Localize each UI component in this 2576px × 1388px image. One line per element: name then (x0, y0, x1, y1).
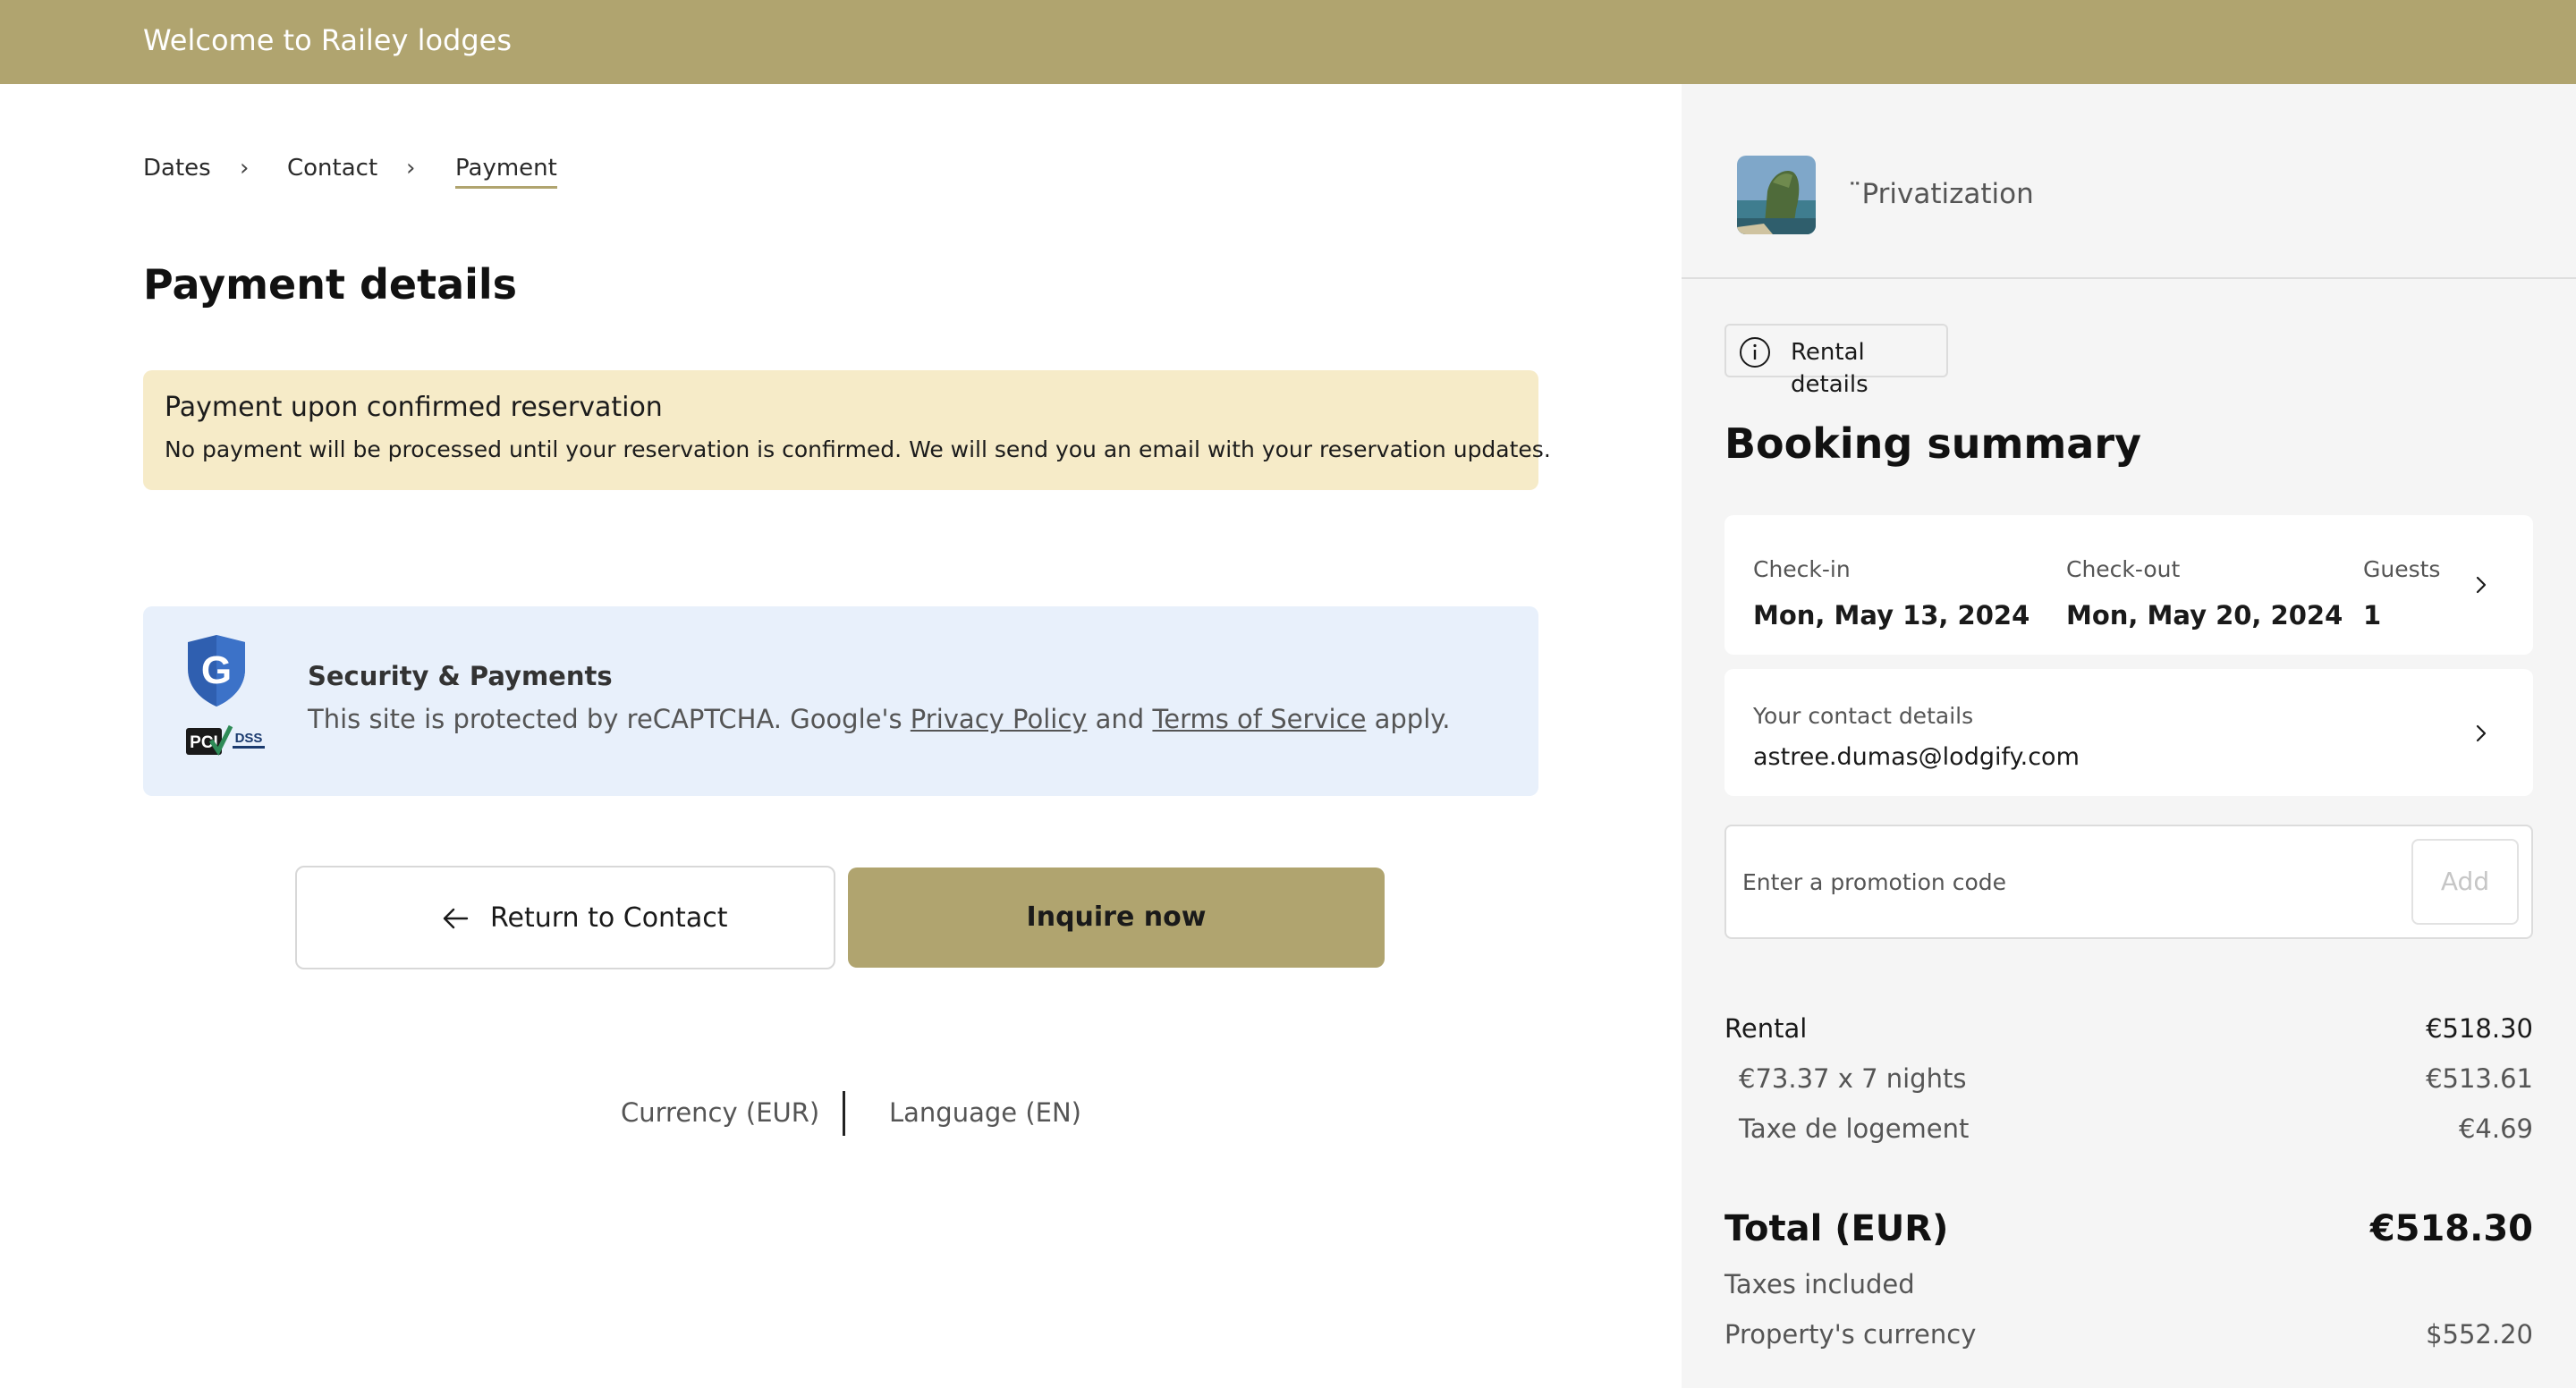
booking-sidebar: ¨Privatization Rental details Booking su… (1682, 84, 2576, 1388)
return-to-contact-button[interactable]: Return to Contact (295, 866, 835, 969)
total-price-row: Total (EUR) €518.30 (1724, 1202, 2533, 1256)
rental-details-button[interactable]: Rental details (1724, 324, 1948, 398)
pci-dss-badge-icon: PCI DSS (186, 724, 265, 756)
nights-label: €73.37 x 7 nights (1739, 1063, 1967, 1094)
google-shield-icon: G PCI DSS (186, 635, 265, 756)
security-title: Security & Payments (308, 661, 613, 691)
checkin-label: Check-in (1753, 556, 1851, 582)
notice-text: No payment will be processed until your … (165, 436, 1551, 462)
breadcrumb-item-contact[interactable]: Contact (287, 152, 377, 184)
security-text-start: This site is protected by reCAPTCHA. Goo… (308, 704, 911, 734)
promo-code-input[interactable] (1742, 853, 2368, 910)
guests-value: 1 (2363, 600, 2382, 631)
svg-text:DSS: DSS (235, 731, 263, 746)
svg-text:G: G (201, 648, 232, 692)
total-value: €518.30 (2369, 1208, 2533, 1249)
property-currency-label: Property's currency (1724, 1319, 1977, 1350)
property-header: ¨Privatization (1682, 84, 2576, 279)
contact-card[interactable]: Your contact details astree.dumas@lodgif… (1724, 669, 2533, 796)
property-currency-value: $552.20 (2426, 1319, 2533, 1350)
arrow-left-icon (443, 908, 469, 929)
rental-price-row: Rental €518.30 (1724, 1009, 2533, 1048)
total-label: Total (EUR) (1724, 1208, 1949, 1249)
checkin-value: Mon, May 13, 2024 (1753, 600, 2030, 631)
chevron-right-icon: › (406, 155, 416, 182)
tax-price-row: Taxe de logement €4.69 (1724, 1109, 2533, 1148)
footer-divider (843, 1091, 845, 1136)
chevron-right-icon (2476, 724, 2487, 742)
property-thumbnail (1737, 156, 1816, 234)
return-button-label: Return to Contact (490, 902, 728, 934)
taxes-included-label: Taxes included (1724, 1269, 1915, 1299)
footer-links: Currency (EUR) Language (EN) (0, 1091, 1682, 1136)
booking-summary-title: Booking summary (1724, 419, 2142, 468)
language-selector[interactable]: Language (EN) (889, 1095, 1081, 1130)
security-text-middle: and (1087, 704, 1153, 734)
checkout-label: Check-out (2066, 556, 2181, 582)
breadcrumb-item-dates[interactable]: Dates (143, 152, 211, 184)
guests-label: Guests (2363, 556, 2441, 582)
breadcrumb-item-payment[interactable]: Payment (455, 152, 557, 189)
inquire-now-button[interactable]: Inquire now (848, 868, 1385, 968)
rental-value: €518.30 (2426, 1013, 2533, 1044)
page-title: Payment details (143, 260, 518, 309)
security-panel: G PCI DSS Security & Payments This site … (143, 606, 1538, 796)
add-button-label: Add (2440, 867, 2490, 896)
privacy-policy-link[interactable]: Privacy Policy (911, 704, 1088, 734)
site-title: Welcome to Railey lodges (143, 23, 513, 57)
chevron-right-icon: › (240, 155, 250, 182)
checkout-value: Mon, May 20, 2024 (2066, 600, 2343, 631)
tax-value: €4.69 (2458, 1113, 2533, 1144)
property-name: ¨Privatization (1848, 178, 2034, 210)
security-text: This site is protected by reCAPTCHA. Goo… (308, 701, 1451, 737)
taxes-included-row: Taxes included (1724, 1265, 2533, 1304)
payment-notice: Payment upon confirmed reservation No pa… (143, 370, 1551, 490)
inquire-button-label: Inquire now (1026, 901, 1207, 933)
contact-label: Your contact details (1753, 703, 1974, 729)
dates-card[interactable]: Check-in Mon, May 13, 2024 Check-out Mon… (1724, 515, 2533, 655)
contact-email: astree.dumas@lodgify.com (1753, 743, 2080, 771)
rental-label: Rental (1724, 1013, 1808, 1044)
currency-selector[interactable]: Currency (EUR) (621, 1095, 819, 1130)
info-icon (1740, 337, 1770, 368)
security-text-end: apply. (1366, 704, 1451, 734)
top-bar: Welcome to Railey lodges (0, 0, 2576, 84)
terms-of-service-link[interactable]: Terms of Service (1152, 704, 1366, 734)
security-badges: G PCI DSS (184, 633, 274, 767)
notice-title: Payment upon confirmed reservation (165, 392, 663, 423)
nights-price-row: €73.37 x 7 nights €513.61 (1724, 1059, 2533, 1098)
rental-details-label: Rental details (1791, 339, 1868, 398)
add-promo-button[interactable]: Add (2411, 839, 2519, 925)
property-currency-row: Property's currency $552.20 (1724, 1315, 2533, 1354)
promo-code-field: Add (1724, 825, 2533, 939)
nights-value: €513.61 (2426, 1063, 2533, 1094)
tax-label: Taxe de logement (1739, 1113, 1970, 1144)
chevron-right-icon (2476, 576, 2487, 594)
